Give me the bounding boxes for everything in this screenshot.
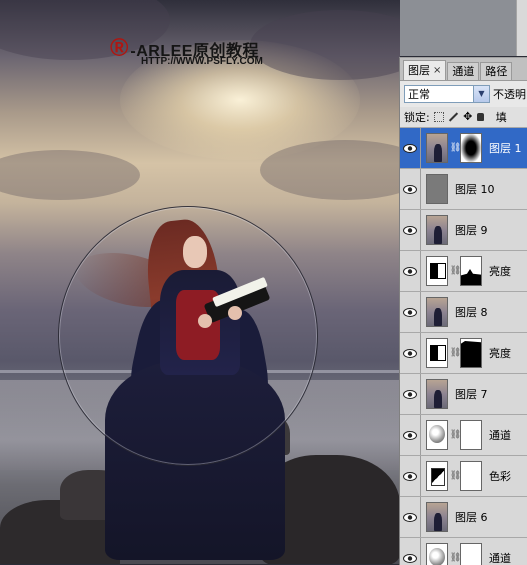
mask-link-icon[interactable]: ⛓	[450, 141, 461, 155]
visibility-eye-icon[interactable]	[400, 333, 421, 373]
layer-row[interactable]: ⛓ 通道	[400, 538, 527, 565]
layer-row[interactable]: 图层 10	[400, 169, 527, 210]
tab-layers[interactable]: 图层 ×	[403, 60, 447, 80]
visibility-eye-icon[interactable]	[400, 251, 421, 291]
layer-row[interactable]: ⛓ 亮度	[400, 251, 527, 292]
layer-thumbnail[interactable]	[426, 338, 448, 368]
layer-row[interactable]: 图层 8	[400, 292, 527, 333]
color-balance-adjustment-icon	[431, 468, 445, 486]
layer-mask-thumbnail[interactable]	[460, 543, 482, 565]
layer-row[interactable]: ⛓ 亮度	[400, 333, 527, 374]
layer-thumbnail[interactable]	[426, 133, 448, 163]
channel-mixer-adjustment-icon	[429, 548, 445, 565]
layer-name: 图层 9	[455, 224, 488, 237]
layer-mask-thumbnail[interactable]	[460, 338, 482, 368]
layer-mask-thumbnail[interactable]	[460, 256, 482, 286]
visibility-eye-icon[interactable]	[400, 292, 421, 332]
layer-name: 图层 8	[455, 306, 488, 319]
mask-link-icon[interactable]: ⛓	[450, 469, 461, 483]
layer-thumbnail[interactable]	[426, 379, 448, 409]
fill-label: 填	[495, 111, 507, 124]
layer-name: 图层 6	[455, 511, 488, 524]
registered-mark: ®	[110, 34, 129, 62]
lock-row: 锁定: ✥ 填	[400, 107, 527, 128]
blend-row: 正常 ▼ 不透明	[400, 81, 527, 107]
scrollbar[interactable]	[516, 0, 527, 56]
lock-all-icon[interactable]	[476, 113, 484, 121]
layer-thumbnail[interactable]	[426, 174, 448, 204]
blend-mode-value: 正常	[408, 88, 430, 101]
layer-thumbnail[interactable]	[426, 543, 448, 565]
blend-mode-select[interactable]: 正常 ▼	[404, 85, 490, 103]
layer-name: 图层 1	[489, 142, 522, 155]
watermark-url: HTTP://WWW.PSFLY.COM	[141, 56, 263, 67]
lock-image-icon[interactable]	[448, 112, 458, 122]
layer-row[interactable]: ⛓ 色彩	[400, 456, 527, 497]
mask-link-icon[interactable]: ⛓	[450, 264, 461, 278]
layer-mask-thumbnail[interactable]	[460, 133, 482, 163]
levels-adjustment-icon	[430, 345, 446, 361]
layer-row[interactable]: 图层 6	[400, 497, 527, 538]
opacity-label: 不透明	[493, 88, 526, 101]
layer-name: 通道	[489, 429, 511, 442]
lock-label: 锁定:	[404, 111, 430, 124]
cloud	[260, 140, 400, 200]
visibility-eye-icon[interactable]	[400, 210, 421, 250]
visibility-eye-icon[interactable]	[400, 456, 421, 496]
tab-label: 通道	[452, 65, 475, 78]
mask-link-icon[interactable]: ⛓	[450, 428, 461, 442]
layer-name: 图层 10	[455, 183, 495, 196]
layer-mask-thumbnail[interactable]	[460, 461, 482, 491]
visibility-eye-icon[interactable]	[400, 169, 421, 209]
visibility-eye-icon[interactable]	[400, 415, 421, 455]
visibility-eye-icon[interactable]	[400, 538, 421, 565]
close-icon[interactable]: ×	[433, 61, 441, 80]
layer-thumbnail[interactable]	[426, 420, 448, 450]
visibility-eye-icon[interactable]	[400, 497, 421, 537]
layer-thumbnail[interactable]	[426, 502, 448, 532]
layer-name: 亮度	[489, 265, 511, 278]
cloud	[0, 150, 140, 200]
channel-mixer-adjustment-icon	[429, 425, 445, 443]
mask-link-icon[interactable]: ⛓	[450, 346, 461, 360]
layer-mask-thumbnail[interactable]	[460, 420, 482, 450]
tab-channels[interactable]: 通道	[447, 62, 480, 80]
mask-link-icon[interactable]: ⛓	[450, 551, 461, 565]
visibility-eye-icon[interactable]	[400, 374, 421, 414]
chevron-down-icon[interactable]: ▼	[473, 86, 489, 102]
layer-row[interactable]: 图层 9	[400, 210, 527, 251]
elliptical-selection[interactable]	[58, 206, 318, 466]
layer-name: 亮度	[489, 347, 511, 360]
layer-thumbnail[interactable]	[426, 215, 448, 245]
layer-row[interactable]: 图层 7	[400, 374, 527, 415]
levels-adjustment-icon	[430, 263, 446, 279]
visibility-eye-icon[interactable]	[400, 128, 421, 168]
layer-name: 色彩	[489, 470, 511, 483]
tab-label: 路径	[485, 65, 508, 78]
document-canvas[interactable]: ® -ARLEE原创教程 HTTP://WWW.PSFLY.COM	[0, 0, 400, 564]
lock-position-icon[interactable]: ✥	[463, 111, 473, 122]
layers-panel: 图层 × 通道 路径 正常 ▼ 不透明 锁定: ✥ 填 ⛓ 图层 1 图层 10 图层…	[399, 57, 527, 565]
workspace-background	[400, 0, 527, 56]
layer-row[interactable]: ⛓ 图层 1	[400, 128, 527, 169]
layer-thumbnail[interactable]	[426, 297, 448, 327]
lock-transparent-icon[interactable]	[433, 112, 444, 122]
layer-name: 通道	[489, 552, 511, 565]
layer-list: ⛓ 图层 1 图层 10 图层 9 ⛓ 亮度 图层 8 ⛓ 亮度 图层 7 ⛓ 通道 ⛓ 色彩 图层 6 ⛓ 通…	[400, 128, 527, 565]
panel-tabs: 图层 × 通道 路径	[400, 58, 527, 81]
layer-row[interactable]: ⛓ 通道	[400, 415, 527, 456]
layer-thumbnail[interactable]	[426, 461, 448, 491]
layer-thumbnail[interactable]	[426, 256, 448, 286]
tab-paths[interactable]: 路径	[480, 62, 513, 80]
layer-name: 图层 7	[455, 388, 488, 401]
tab-label: 图层	[408, 64, 430, 77]
